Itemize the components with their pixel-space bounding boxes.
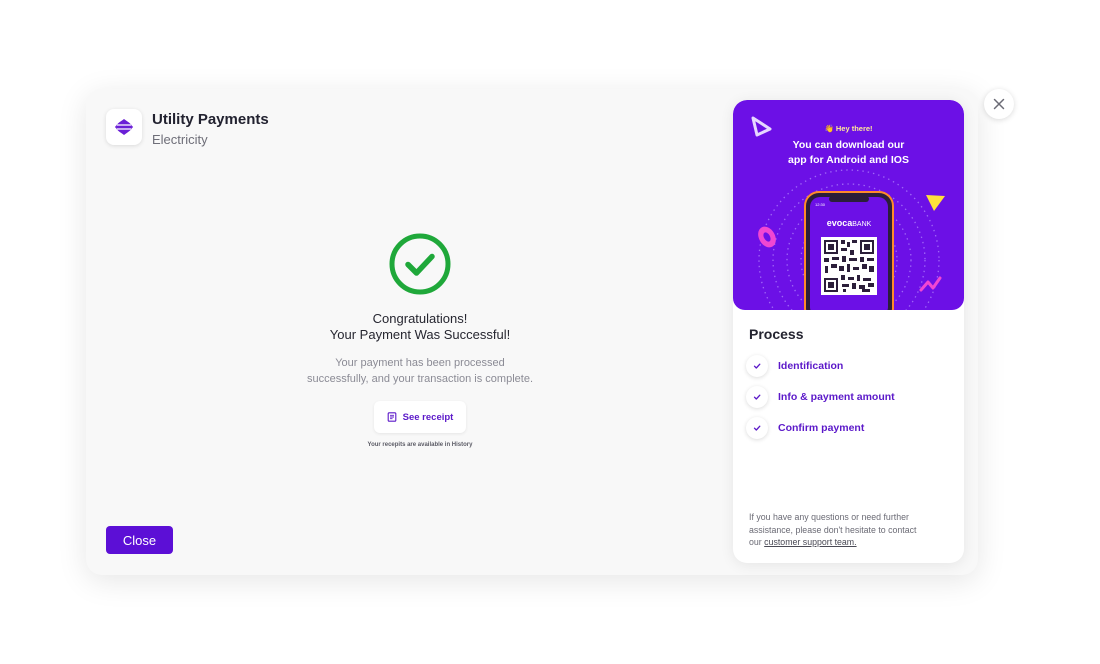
step-label: Confirm payment: [778, 422, 865, 434]
check-icon: [746, 355, 768, 377]
success-description: Your payment has been processed successf…: [306, 357, 533, 385]
process-step-confirm: Confirm payment: [746, 415, 895, 441]
page-subtitle: Electricity: [152, 132, 208, 147]
see-receipt-label: See receipt: [402, 411, 454, 423]
process-step-info-payment: Info & payment amount: [746, 384, 895, 410]
success-heading: Congratulations! Your Payment Was Succes…: [329, 311, 511, 342]
electricity-logo-icon: [106, 109, 142, 145]
step-label: Identification: [778, 360, 844, 372]
payment-modal: Utility Payments Electricity Congratulat…: [86, 89, 978, 575]
close-icon: [993, 98, 1005, 110]
check-icon: [746, 386, 768, 408]
page: Utility Payments Electricity Congratulat…: [0, 0, 1100, 664]
receipts-hint: Your recepits are available in History: [367, 442, 473, 448]
customer-support-link[interactable]: customer support team.: [764, 537, 856, 547]
app-promo-banner: evocaBANK 12:30 👋 Hey there! You can dow…: [733, 100, 964, 310]
step-label: Info & payment amount: [778, 391, 895, 403]
svg-text:12:30: 12:30: [815, 202, 826, 207]
check-circle-icon: [387, 231, 453, 297]
check-icon: [746, 417, 768, 439]
promo-greeting: 👋 Hey there!: [824, 124, 873, 133]
promo-message: You can download our app for Android and…: [788, 139, 909, 166]
modal-header: Utility Payments Electricity: [106, 109, 269, 149]
see-receipt-button[interactable]: See receipt: [373, 401, 467, 433]
process-steps: Identification Info & payment amount Con…: [746, 353, 895, 446]
close-modal-button[interactable]: [984, 89, 1014, 119]
support-note: If you have any questions or need furthe…: [749, 512, 917, 547]
process-step-identification: Identification: [746, 353, 895, 379]
process-title: Process: [749, 326, 804, 342]
receipt-icon: [387, 412, 396, 422]
close-button[interactable]: Close: [106, 526, 173, 554]
success-panel: Congratulations! Your Payment Was Succes…: [300, 231, 540, 448]
info-sidebar: evocaBANK 12:30 👋 Hey there! You can dow…: [733, 100, 964, 563]
page-title: Utility Payments: [152, 111, 269, 128]
